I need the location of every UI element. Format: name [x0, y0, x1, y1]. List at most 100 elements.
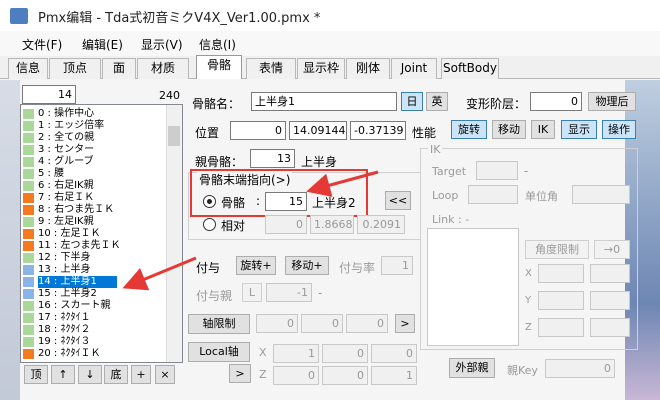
- grant-parent-button[interactable]: L: [242, 283, 262, 302]
- axis-limit-button[interactable]: 轴限制: [188, 314, 250, 334]
- bone-list-item[interactable]: 3 : センター: [23, 144, 182, 156]
- tab-material[interactable]: 材质: [137, 58, 189, 79]
- grant-parent-input[interactable]: -1: [266, 283, 312, 302]
- ik-z-max-input[interactable]: [590, 318, 630, 337]
- bone-list-item[interactable]: 9 : 左足IK親: [23, 216, 182, 228]
- zero-button[interactable]: →0: [594, 240, 630, 259]
- tab-joint[interactable]: Joint: [391, 58, 437, 79]
- menu-view[interactable]: 显示(V): [141, 36, 183, 53]
- bone-list-item[interactable]: 7 : 右足ＩＫ: [23, 192, 182, 204]
- axis-apply-button[interactable]: >: [395, 314, 415, 333]
- nav-up-button[interactable]: ↑: [51, 365, 75, 384]
- lang-en-button[interactable]: 英: [426, 92, 448, 111]
- bone-list-item[interactable]: 16 : スカート親: [23, 300, 182, 312]
- axis-y-input[interactable]: 0: [301, 314, 343, 333]
- local-x1-input[interactable]: 1: [273, 344, 319, 363]
- tab-face[interactable]: 面: [102, 58, 136, 79]
- menu-info[interactable]: 信息(I): [199, 36, 236, 53]
- local-z2-input[interactable]: 0: [322, 366, 368, 385]
- tab-info[interactable]: 信息: [8, 58, 48, 79]
- bone-list-item[interactable]: 4 : グルーブ: [23, 156, 182, 168]
- tab-morph[interactable]: 表情: [246, 58, 296, 79]
- bone-list-item[interactable]: 5 : 腰: [23, 168, 182, 180]
- after-physics-button[interactable]: 物理后: [588, 92, 636, 111]
- delete-bone-button[interactable]: ×: [155, 365, 175, 384]
- bone-list-item[interactable]: 18 : ﾈｸﾀｲ２: [23, 324, 182, 336]
- bone-list[interactable]: 0 : 操作中心 1 : エッジ倍率 2 : 全ての親 3 : センター 4 : グルー…: [20, 104, 183, 363]
- nav-bottom-button[interactable]: 底: [104, 365, 128, 384]
- ik-loop-input[interactable]: [468, 185, 518, 204]
- bone-list-item[interactable]: 8 : 右つま先ＩＫ: [23, 204, 182, 216]
- local-axis-button[interactable]: Local轴: [188, 342, 250, 362]
- local-z3-input[interactable]: 1: [371, 366, 417, 385]
- bone-list-item[interactable]: 10 : 左足ＩＫ: [23, 228, 182, 240]
- tab-vertex[interactable]: 顶点: [49, 58, 101, 79]
- bone-list-item[interactable]: 14 : 上半身1: [23, 276, 182, 288]
- menu-edit[interactable]: 编辑(E): [82, 36, 123, 53]
- nav-top-button[interactable]: 顶: [24, 365, 48, 384]
- bone-list-item[interactable]: 19 : ﾈｸﾀｲ３: [23, 336, 182, 348]
- tail-bone-radio[interactable]: [203, 195, 216, 208]
- bone-color-swatch: [23, 181, 34, 191]
- ik-z-min-input[interactable]: [538, 318, 584, 337]
- bone-list-item[interactable]: 17 : ﾈｸﾀｲ１: [23, 312, 182, 324]
- bone-color-swatch: [23, 265, 34, 275]
- bone-list-item[interactable]: 13 : 上半身: [23, 264, 182, 276]
- bone-list-item[interactable]: 12 : 下半身: [23, 252, 182, 264]
- lang-jp-button[interactable]: 日: [401, 92, 423, 111]
- bone-index-input[interactable]: 14: [22, 85, 76, 104]
- tab-softbody[interactable]: SoftBody: [441, 58, 499, 79]
- ik-x-min-input[interactable]: [538, 264, 584, 283]
- position-y-input[interactable]: 14.09144: [289, 121, 347, 140]
- angle-limit-button[interactable]: 角度限制: [525, 240, 589, 259]
- outer-parent-button[interactable]: 外部親: [449, 358, 495, 378]
- bone-list-item[interactable]: 6 : 右足IK親: [23, 180, 182, 192]
- bone-name-input[interactable]: 上半身1: [251, 92, 397, 111]
- local-x3-input[interactable]: 0: [371, 344, 417, 363]
- goto-tail-button[interactable]: <<: [385, 191, 411, 210]
- tab-display-frame[interactable]: 显示枠: [297, 58, 345, 79]
- axis-z-input[interactable]: 0: [346, 314, 388, 333]
- bone-list-item[interactable]: 2 : 全ての親: [23, 132, 182, 144]
- bone-list-item[interactable]: 1 : エッジ倍率: [23, 120, 182, 132]
- ik-link-list[interactable]: [427, 228, 519, 346]
- add-bone-button[interactable]: +: [131, 365, 151, 384]
- relative-z-input[interactable]: 0.2091: [357, 215, 405, 234]
- position-z-input[interactable]: -0.37139: [350, 121, 406, 140]
- parent-bone-index-input[interactable]: 13: [250, 149, 295, 168]
- ik-x-max-input[interactable]: [590, 264, 630, 283]
- axis-x-input[interactable]: 0: [256, 314, 298, 333]
- relative-x-input[interactable]: 0: [265, 215, 307, 234]
- bone-list-item[interactable]: 11 : 左つま先ＩＫ: [23, 240, 182, 252]
- deform-layer-input[interactable]: 0: [530, 92, 582, 111]
- menu-file[interactable]: 文件(F): [22, 36, 62, 53]
- tail-bone-index-input[interactable]: 15: [265, 192, 307, 211]
- local-z1-input[interactable]: 0: [273, 366, 319, 385]
- tab-bone[interactable]: 骨骼: [196, 55, 242, 80]
- bone-list-item[interactable]: 0 : 操作中心: [23, 108, 182, 120]
- ik-unit-angle-input[interactable]: [572, 185, 630, 204]
- bone-list-item[interactable]: 20 : ﾈｸﾀｲＩＫ: [23, 348, 182, 360]
- ik-y-max-input[interactable]: [590, 291, 630, 310]
- tail-relative-radio[interactable]: [203, 218, 216, 231]
- grant-move-button[interactable]: 移动+: [285, 256, 329, 275]
- local-x2-input[interactable]: 0: [322, 344, 368, 363]
- relative-y-input[interactable]: 1.8668: [310, 215, 354, 234]
- ik-target-input[interactable]: [476, 161, 518, 180]
- parent-key-input[interactable]: 0: [545, 359, 615, 378]
- grant-rotate-button[interactable]: 旋转+: [236, 256, 276, 275]
- bone-color-swatch: [23, 289, 34, 299]
- flag-visible-button[interactable]: 显示: [561, 120, 597, 139]
- local-apply-button[interactable]: >: [229, 364, 251, 383]
- position-x-input[interactable]: 0: [230, 121, 286, 140]
- flag-move-button[interactable]: 移动: [492, 120, 526, 139]
- flag-operate-button[interactable]: 操作: [602, 120, 636, 139]
- flag-ik-button[interactable]: IK: [531, 120, 555, 139]
- bone-list-item[interactable]: 15 : 上半身2: [23, 288, 182, 300]
- nav-down-button[interactable]: ↓: [78, 365, 102, 384]
- flag-rotate-button[interactable]: 旋转: [451, 120, 487, 139]
- grant-rate-input[interactable]: 1: [381, 256, 413, 275]
- tab-rigid-body[interactable]: 刚体: [346, 58, 390, 79]
- scrollbar-thumb[interactable]: [168, 126, 180, 146]
- ik-y-min-input[interactable]: [538, 291, 584, 310]
